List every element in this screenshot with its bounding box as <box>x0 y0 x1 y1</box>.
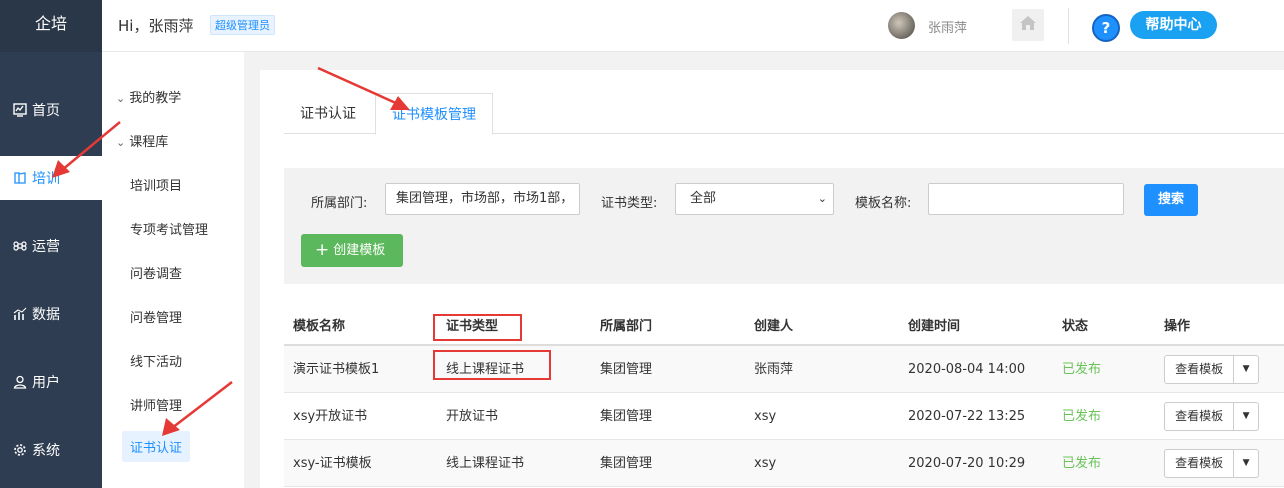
cell-created: 2020-08-04 14:00 <box>908 362 1026 377</box>
annotation-box-cell <box>433 350 551 380</box>
nav-item-operations[interactable]: 运营 <box>0 224 102 268</box>
col-header-dept: 所属部门 <box>600 319 653 334</box>
cell-name: xsy开放证书 <box>293 409 368 424</box>
tab-certificate-auth[interactable]: 证书认证 <box>284 93 372 134</box>
caret-down-icon[interactable]: ▼ <box>1234 356 1258 383</box>
dept-label: 所属部门: <box>311 196 368 211</box>
nav-item-label: 培训 <box>32 171 60 187</box>
subnav-group-label: 我的教学 <box>129 91 182 106</box>
nav-item-label: 数据 <box>32 307 60 323</box>
cell-dept: 集团管理 <box>600 456 653 471</box>
header-user-name[interactable]: 张雨萍 <box>928 17 967 36</box>
subnav-group-course-library[interactable]: ⌄ 课程库 <box>116 131 168 150</box>
header-divider <box>1068 8 1069 44</box>
cell-type: 开放证书 <box>446 409 499 424</box>
home-button[interactable] <box>1012 9 1044 41</box>
cell-name: xsy-证书模板 <box>293 456 372 471</box>
subnav-item-training-project[interactable]: 培训项目 <box>130 175 182 194</box>
user-icon <box>12 374 28 390</box>
avatar[interactable] <box>888 12 915 39</box>
create-template-label: 创建模板 <box>333 243 386 258</box>
cell-name: 演示证书模板1 <box>293 362 380 377</box>
annotation-box-header <box>433 314 522 341</box>
nav-item-label: 运营 <box>32 239 60 255</box>
cell-type: 线上课程证书 <box>446 456 525 471</box>
chevron-down-icon: ⌄ <box>817 192 827 205</box>
cell-creator: 张雨萍 <box>754 362 794 377</box>
type-select-value: 全部 <box>690 191 717 206</box>
cell-created: 2020-07-22 13:25 <box>908 409 1026 424</box>
subnav-group-my-teaching[interactable]: ⌄ 我的教学 <box>116 87 181 106</box>
nav-item-data[interactable]: 数据 <box>0 292 102 336</box>
main-nav: 企培 首页 培训 运营 数据 用户 系统 <box>0 0 102 488</box>
greeting-text: Hi，张雨萍 <box>118 17 194 35</box>
nav-item-home[interactable]: 首页 <box>0 88 102 132</box>
subnav-item-lecturer-management[interactable]: 讲师管理 <box>130 395 182 414</box>
type-select[interactable]: 全部 ⌄ <box>675 183 834 215</box>
cell-created: 2020-07-20 10:29 <box>908 456 1026 471</box>
subnav-group-label: 课程库 <box>129 135 169 150</box>
chevron-down-icon: ⌄ <box>116 92 126 105</box>
plus-icon: + <box>315 240 330 260</box>
help-question-icon[interactable]: ? <box>1092 14 1120 42</box>
table-row: xsy-证书模板 线上课程证书 集团管理 xsy 2020-07-20 10:2… <box>284 440 1284 487</box>
subnav-item-survey[interactable]: 问卷调查 <box>130 263 182 282</box>
view-template-button[interactable]: 查看模板 <box>1165 356 1235 383</box>
nav-item-label: 首页 <box>32 103 60 119</box>
row-action-group: 查看模板 ▼ <box>1164 402 1259 431</box>
chart-icon <box>12 102 28 118</box>
template-name-input[interactable] <box>928 183 1124 215</box>
subnav-item-exam-management[interactable]: 专项考试管理 <box>130 219 208 238</box>
dept-input[interactable]: 集团管理，市场部，市场1部， <box>385 183 580 215</box>
status-badge: 已发布 <box>1062 362 1102 377</box>
home-icon <box>1019 15 1037 35</box>
top-header: Hi，张雨萍 超级管理员 张雨萍 ? 帮助中心 <box>102 0 1284 52</box>
subnav-item-offline-activity[interactable]: 线下活动 <box>130 351 182 370</box>
col-header-action: 操作 <box>1164 319 1191 334</box>
col-header-created: 创建时间 <box>908 319 961 334</box>
subnav-item-survey-management[interactable]: 问卷管理 <box>130 307 182 326</box>
tab-certificate-template[interactable]: 证书模板管理 <box>375 93 493 135</box>
col-header-creator: 创建人 <box>754 319 794 334</box>
content-panel: 证书认证 证书模板管理 所属部门: 集团管理，市场部，市场1部， 证书类型: 全… <box>260 70 1284 488</box>
sub-nav: ⌄ 我的教学 ⌄ 课程库 培训项目 专项考试管理 问卷调查 问卷管理 线下活动 讲师… <box>102 52 244 488</box>
status-badge: 已发布 <box>1062 409 1102 424</box>
cell-creator: xsy <box>754 409 777 424</box>
cell-dept: 集团管理 <box>600 362 653 377</box>
tab-bar: 证书认证 证书模板管理 <box>284 93 1284 135</box>
cell-dept: 集团管理 <box>600 409 653 424</box>
bar-chart-icon <box>12 306 28 322</box>
table-row: xsy开放证书 开放证书 集团管理 xsy 2020-07-22 13:25 已… <box>284 393 1284 440</box>
search-button[interactable]: 搜索 <box>1144 184 1198 216</box>
status-badge: 已发布 <box>1062 456 1102 471</box>
command-icon <box>12 238 28 254</box>
col-header-status: 状态 <box>1062 319 1089 334</box>
gear-icon <box>12 442 28 458</box>
cell-creator: xsy <box>754 456 777 471</box>
filter-panel: 所属部门: 集团管理，市场部，市场1部， 证书类型: 全部 ⌄ 模板名称: 搜索… <box>284 168 1284 284</box>
create-template-button[interactable]: + 创建模板 <box>301 234 403 267</box>
col-header-name: 模板名称 <box>293 319 346 334</box>
subnav-item-certificate[interactable]: 证书认证 <box>122 431 191 462</box>
name-label: 模板名称: <box>855 196 912 211</box>
caret-down-icon[interactable]: ▼ <box>1234 450 1258 477</box>
type-label: 证书类型: <box>601 196 658 211</box>
nav-item-label: 用户 <box>32 375 60 391</box>
role-badge: 超级管理员 <box>210 15 275 35</box>
help-center-button[interactable]: 帮助中心 <box>1130 11 1217 39</box>
book-icon <box>12 170 28 186</box>
view-template-button[interactable]: 查看模板 <box>1165 403 1235 430</box>
caret-down-icon[interactable]: ▼ <box>1234 403 1258 430</box>
nav-item-system[interactable]: 系统 <box>0 428 102 472</box>
row-action-group: 查看模板 ▼ <box>1164 355 1259 384</box>
chevron-down-icon: ⌄ <box>116 136 126 149</box>
nav-item-label: 系统 <box>32 443 60 459</box>
nav-item-users[interactable]: 用户 <box>0 360 102 404</box>
brand-logo: 企培 <box>0 0 102 52</box>
nav-item-training[interactable]: 培训 <box>0 156 102 200</box>
view-template-button[interactable]: 查看模板 <box>1165 450 1235 477</box>
row-action-group: 查看模板 ▼ <box>1164 449 1259 478</box>
